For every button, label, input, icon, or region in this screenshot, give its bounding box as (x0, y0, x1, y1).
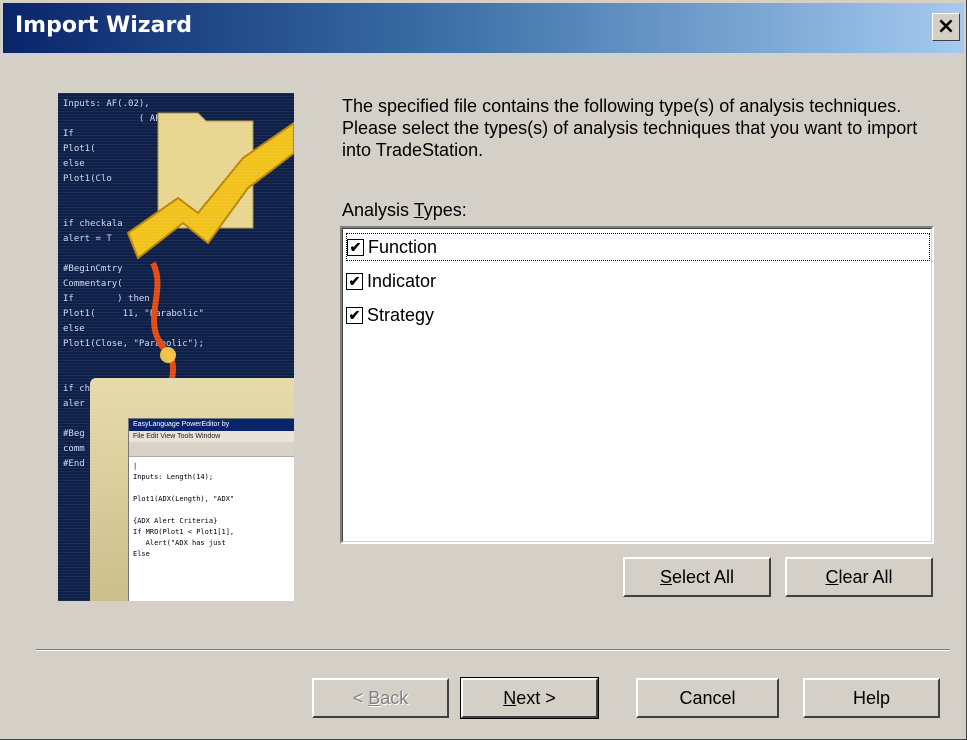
description-text: The specified file contains the followin… (342, 96, 918, 160)
editor-code-text: | Inputs: Length(14); Plot1(ADX(Length),… (133, 462, 235, 558)
checkbox-strategy[interactable]: ✔ (346, 306, 363, 324)
analysis-types-list[interactable]: ✔ Function ✔ Indicator ✔ Strategy (340, 226, 934, 544)
checkbox-function[interactable]: ✔ (347, 238, 364, 256)
cancel-button[interactable]: Cancel (636, 678, 779, 718)
back-button[interactable]: < Back (312, 678, 449, 718)
analysis-types-label: Analysis Types: (342, 200, 467, 221)
item-label-strategy: Strategy (367, 304, 435, 325)
clear-all-button[interactable]: Clear All (785, 557, 933, 597)
clear-all-label: lear All (838, 567, 893, 587)
list-item-strategy[interactable]: ✔ Strategy (346, 301, 930, 329)
label-hotkey: T (413, 200, 424, 220)
label-suffix: ypes: (423, 200, 467, 220)
editor-toolbar (129, 442, 294, 457)
select-all-label: elect All (671, 567, 735, 587)
editor-screenshot: EasyLanguage PowerEditor by File Edit Vi… (128, 418, 294, 601)
checkbox-indicator[interactable]: ✔ (346, 272, 363, 290)
close-button[interactable]: × (932, 13, 960, 41)
back-label: ack (380, 688, 409, 708)
clear-all-hotkey: C (825, 567, 839, 587)
next-hotkey: N (503, 688, 517, 708)
wizard-illustration: Inputs: AF(.02), ( AF ); If Plot1( else … (58, 93, 294, 601)
label-prefix: Analysis (342, 200, 414, 220)
back-prefix: < (352, 688, 369, 708)
next-button[interactable]: Next > (460, 677, 599, 719)
list-item-function[interactable]: ✔ Function (346, 233, 930, 261)
item-label-function: Function (368, 236, 438, 257)
list-inner: ✔ Function ✔ Indicator ✔ Strategy (342, 228, 932, 542)
separator (36, 649, 950, 651)
next-label: ext > (516, 688, 556, 708)
import-wizard-dialog: Import Wizard × Inputs: AF(.02), ( AF );… (0, 0, 967, 740)
editor-title: EasyLanguage PowerEditor by (129, 419, 294, 431)
item-label-indicator: Indicator (367, 270, 437, 291)
title-bar[interactable]: Import Wizard × (3, 3, 964, 53)
editor-menu: File Edit View Tools Window (129, 431, 294, 442)
select-all-button[interactable]: Select All (623, 557, 771, 597)
select-all-hotkey: S (659, 567, 672, 587)
window-title: Import Wizard (15, 13, 193, 38)
back-hotkey: B (368, 688, 381, 708)
help-button[interactable]: Help (803, 678, 940, 718)
list-item-indicator[interactable]: ✔ Indicator (346, 267, 930, 295)
